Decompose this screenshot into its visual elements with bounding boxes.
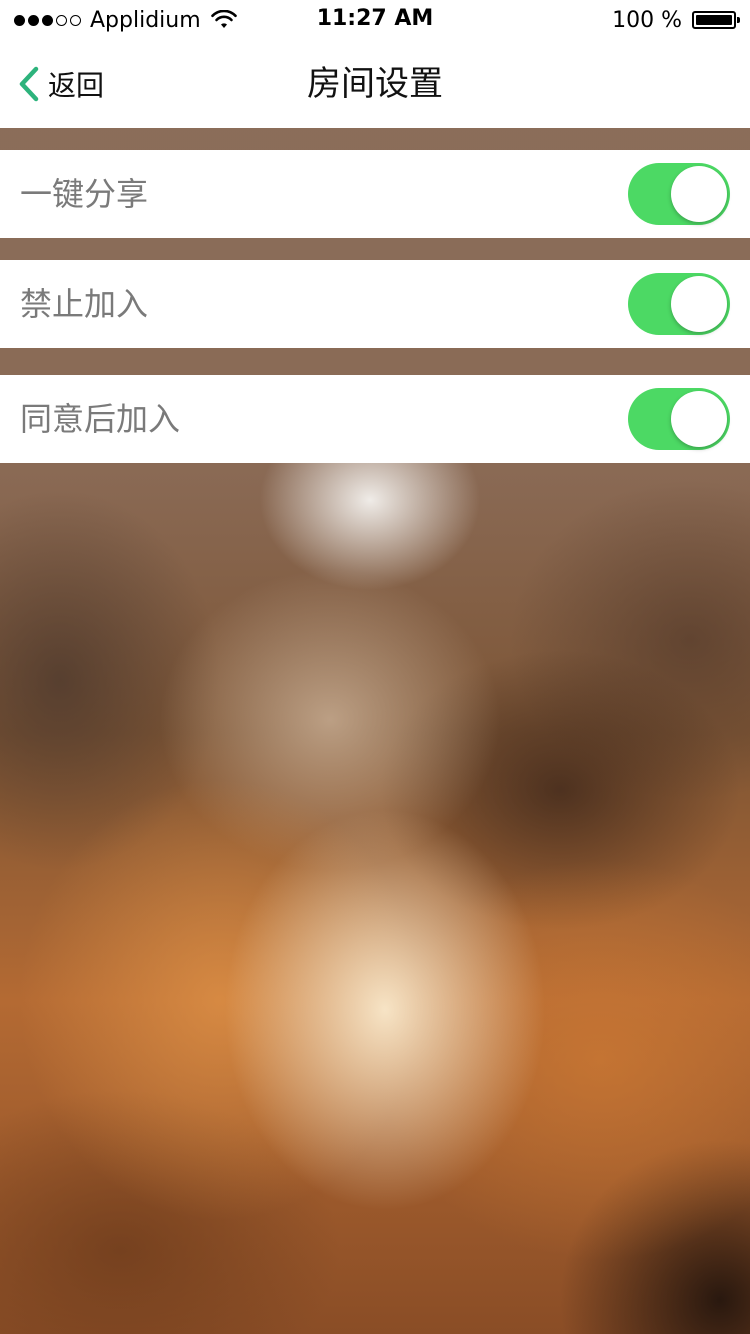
setting-row-forbid-join: 禁止加入 (0, 260, 750, 348)
battery-tip (737, 17, 740, 23)
battery-fill (696, 15, 732, 25)
share-toggle[interactable] (628, 163, 730, 225)
battery-icon (692, 11, 740, 29)
room-settings-screen: Applidium 11:27 AM 100 % 返回 房间设置 一键分享 禁止… (0, 0, 750, 1334)
join-after-approval-toggle[interactable] (628, 388, 730, 450)
setting-row-join-after-approval: 同意后加入 (0, 375, 750, 463)
status-right: 100 % (612, 6, 740, 34)
setting-label: 一键分享 (20, 175, 149, 213)
toggle-knob (671, 391, 727, 447)
battery-percent: 100 % (612, 7, 682, 33)
setting-label: 同意后加入 (20, 400, 181, 438)
toggle-knob (671, 276, 727, 332)
setting-row-share: 一键分享 (0, 150, 750, 238)
setting-label: 禁止加入 (20, 285, 149, 323)
navigation-bar: 返回 房间设置 (0, 40, 750, 128)
status-bar: Applidium 11:27 AM 100 % (0, 0, 750, 40)
forbid-join-toggle[interactable] (628, 273, 730, 335)
toggle-knob (671, 166, 727, 222)
page-title: 房间设置 (307, 64, 443, 104)
